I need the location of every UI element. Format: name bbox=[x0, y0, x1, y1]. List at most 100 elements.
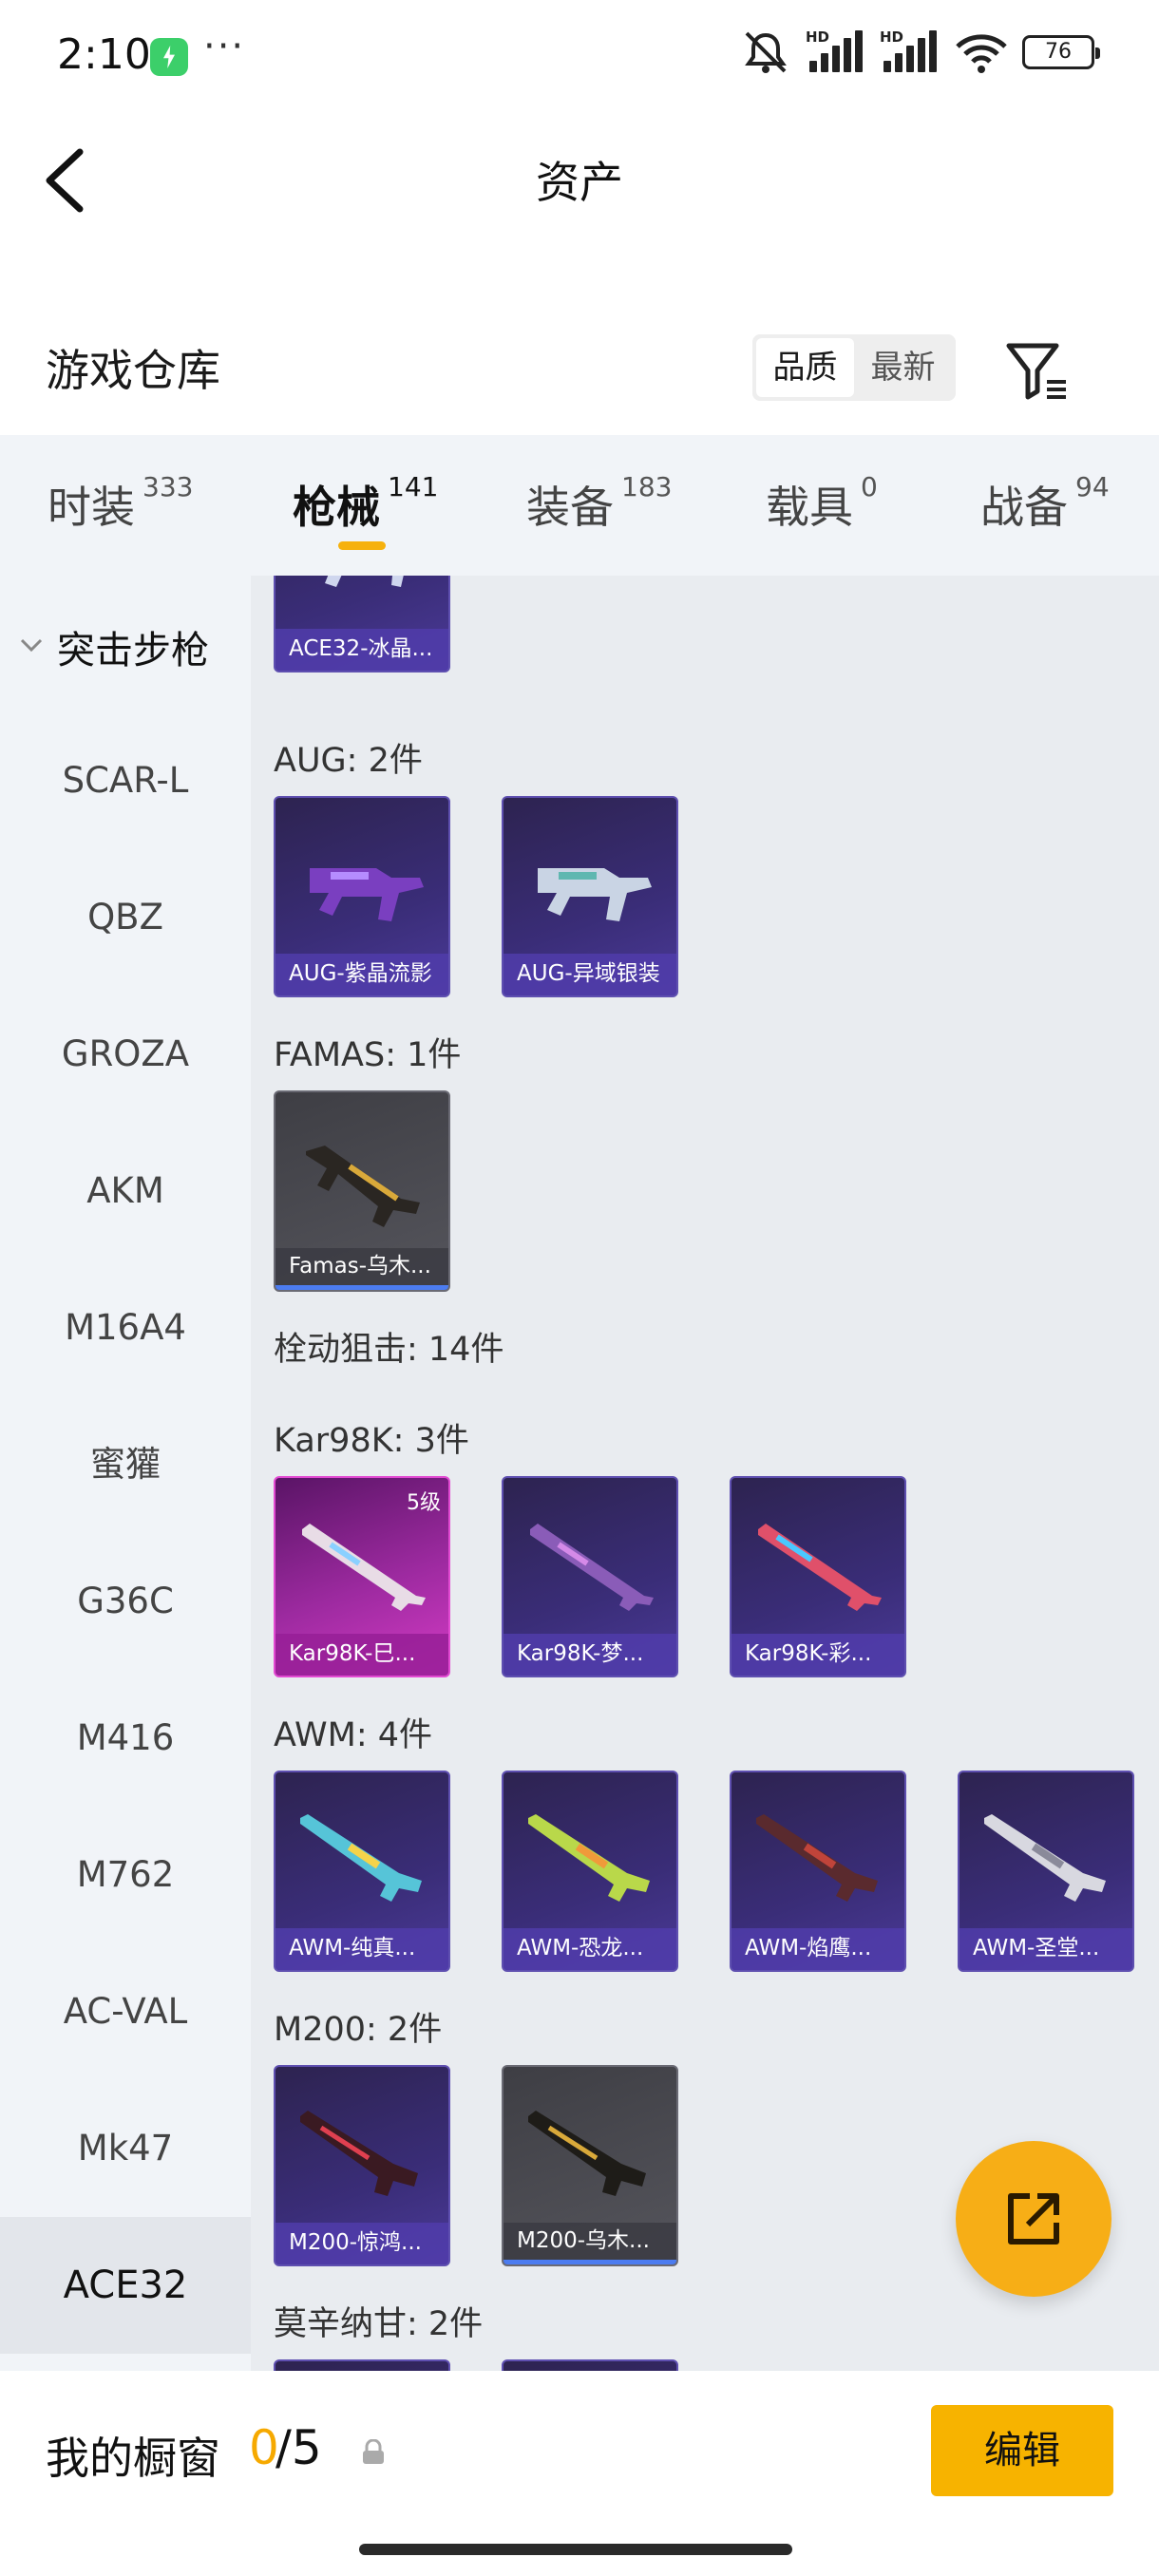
status-icons: HD HD 76 bbox=[739, 28, 1100, 76]
home-indicator[interactable] bbox=[359, 2544, 792, 2555]
skin-name: Kar98K-彩... bbox=[732, 1634, 904, 1676]
rifle-icon bbox=[538, 868, 652, 921]
showcase-title: 我的橱窗 bbox=[46, 2433, 220, 2484]
sort-toggle: 品质 最新 bbox=[752, 334, 956, 401]
warehouse-title: 游戏仓库 bbox=[46, 345, 220, 396]
sort-newest-button[interactable]: 最新 bbox=[854, 338, 952, 397]
signal-icon-1: HD bbox=[806, 28, 866, 76]
skin-name: Kar98K-巳... bbox=[276, 1634, 448, 1676]
sidebar-item-mk47[interactable]: Mk47 bbox=[0, 2080, 251, 2217]
tab-label: 战备 bbox=[980, 482, 1068, 533]
warehouse-header: 游戏仓库 品质 最新 bbox=[0, 313, 1159, 427]
rifle-icon bbox=[300, 2111, 418, 2196]
group-label: 栓动狙击: 14件 bbox=[274, 1331, 504, 1369]
skin-card[interactable]: Kar98K-梦... bbox=[502, 1476, 678, 1677]
skin-name: M200-惊鸿... bbox=[276, 2223, 448, 2264]
sidebar-section-assault-rifles[interactable]: 突击步枪 bbox=[0, 614, 251, 680]
page-title: 资产 bbox=[536, 157, 623, 208]
wifi-icon bbox=[956, 34, 1007, 73]
skin-card[interactable]: AUG-异域银装 bbox=[502, 796, 678, 997]
tab-supplies[interactable]: 战备 94 bbox=[980, 471, 1110, 536]
category-tabs: 时装 333 枪械 141 装备 183 载具 0 战备 94 bbox=[0, 435, 1159, 576]
weapon-type-sidebar: 突击步枪 SCAR-L QBZ GROZA AKM M16A4 蜜獾 G36C … bbox=[0, 576, 251, 2371]
group-label: AUG: 2件 bbox=[274, 742, 423, 780]
weapon-skin-grid: ACE32-冰晶... AUG: 2件 AUG-紫晶流影 AUG-异域银装 FA… bbox=[251, 576, 1159, 2371]
rifle-icon bbox=[528, 1814, 650, 1902]
group-label: AWM: 4件 bbox=[274, 1716, 433, 1754]
skin-card[interactable]: AWM-焰鹰... bbox=[730, 1771, 906, 1972]
skin-card[interactable]: M200-惊鸿... bbox=[274, 2065, 450, 2266]
mute-icon bbox=[745, 31, 787, 73]
sidebar-item-scar-l[interactable]: SCAR-L bbox=[0, 712, 251, 849]
sidebar-section-label: 突击步枪 bbox=[57, 629, 209, 672]
signal-icon-2: HD bbox=[880, 28, 940, 76]
skin-card[interactable]: AWM-纯真... bbox=[274, 1771, 450, 1972]
share-external-icon bbox=[1008, 2193, 1059, 2245]
showcase-total: /5 bbox=[276, 2420, 322, 2475]
sidebar-item-m762[interactable]: M762 bbox=[0, 1807, 251, 1943]
skin-card[interactable]: Kar98K-彩... bbox=[730, 1476, 906, 1677]
skin-card[interactable]: 5级 Kar98K-巳... bbox=[274, 1476, 450, 1677]
skin-card[interactable]: AWM-恐龙... bbox=[502, 1771, 678, 1972]
skin-name: Famas-乌木... bbox=[276, 1248, 448, 1290]
rifle-icon bbox=[310, 868, 424, 921]
active-tab-indicator bbox=[338, 541, 386, 550]
sort-quality-button[interactable]: 品质 bbox=[756, 338, 854, 397]
rifle-icon bbox=[325, 576, 404, 587]
status-bar: 2:10 ··· HD HD 76 bbox=[0, 0, 1159, 112]
skin-name: AUG-紫晶流影 bbox=[276, 954, 448, 995]
tab-fashion[interactable]: 时装 333 bbox=[48, 471, 194, 536]
tab-label: 时装 bbox=[48, 482, 135, 533]
status-more-icon: ··· bbox=[203, 25, 246, 68]
skin-name: AWM-恐龙... bbox=[504, 1928, 676, 1970]
tab-label: 装备 bbox=[526, 482, 614, 533]
edit-button[interactable]: 编辑 bbox=[931, 2405, 1113, 2496]
sidebar-item-ac-val[interactable]: AC-VAL bbox=[0, 1943, 251, 2080]
tab-count: 94 bbox=[1075, 471, 1110, 502]
filter-button[interactable] bbox=[1003, 340, 1072, 403]
skin-name: AWM-圣堂... bbox=[960, 1928, 1132, 1970]
group-label: FAMAS: 1件 bbox=[274, 1036, 462, 1074]
sidebar-item-m416[interactable]: M416 bbox=[0, 1670, 251, 1807]
rifle-icon bbox=[300, 1814, 422, 1902]
rifle-icon bbox=[528, 2111, 646, 2196]
rifle-icon bbox=[302, 1524, 426, 1611]
network-type-label: HD bbox=[806, 28, 830, 46]
skin-card[interactable]: ACE32-冰晶... bbox=[274, 576, 450, 672]
skin-card[interactable]: M200-乌木... bbox=[502, 2065, 678, 2266]
share-fab-button[interactable] bbox=[956, 2141, 1112, 2297]
skin-name: M200-乌木... bbox=[504, 2223, 676, 2264]
skin-name: Kar98K-梦... bbox=[504, 1634, 676, 1676]
battery-icon: 76 bbox=[1022, 35, 1100, 69]
skin-card[interactable] bbox=[502, 2359, 678, 2371]
tab-count: 183 bbox=[621, 471, 673, 502]
skin-card[interactable]: AUG-紫晶流影 bbox=[274, 796, 450, 997]
sidebar-item-m16a4[interactable]: M16A4 bbox=[0, 1260, 251, 1396]
tab-guns[interactable]: 枪械 141 bbox=[293, 471, 438, 536]
lock-icon bbox=[363, 2439, 384, 2464]
tab-label: 载具 bbox=[766, 482, 853, 533]
skin-name: AWM-纯真... bbox=[276, 1928, 448, 1970]
tab-equipment[interactable]: 装备 183 bbox=[526, 471, 673, 536]
sidebar-item-qbz[interactable]: QBZ bbox=[0, 849, 251, 986]
rifle-icon bbox=[756, 1814, 878, 1902]
skin-card[interactable]: AWM-圣堂... bbox=[958, 1771, 1134, 1972]
skin-card[interactable] bbox=[274, 2359, 450, 2371]
skin-card[interactable]: Famas-乌木... bbox=[274, 1090, 450, 1292]
status-time: 2:10 bbox=[57, 30, 151, 79]
sidebar-item-akm[interactable]: AKM bbox=[0, 1123, 251, 1260]
filter-icon bbox=[1006, 343, 1066, 400]
group-label: Kar98K: 3件 bbox=[274, 1422, 469, 1460]
sidebar-item-groza[interactable]: GROZA bbox=[0, 986, 251, 1123]
app-bar: 资产 bbox=[0, 112, 1159, 245]
network-type-label-2: HD bbox=[880, 28, 904, 46]
sidebar-item-honey-badger[interactable]: 蜜獾 bbox=[0, 1396, 251, 1533]
tab-count: 333 bbox=[142, 471, 194, 502]
app-shield-icon bbox=[150, 38, 188, 76]
rifle-icon bbox=[530, 1524, 654, 1611]
tab-vehicles[interactable]: 载具 0 bbox=[766, 471, 878, 536]
sidebar-item-ace32[interactable]: ACE32 bbox=[0, 2217, 251, 2354]
chevron-down-icon bbox=[20, 638, 43, 653]
group-label: 莫辛纳甘: 2件 bbox=[274, 2305, 484, 2343]
sidebar-item-g36c[interactable]: G36C bbox=[0, 1533, 251, 1670]
